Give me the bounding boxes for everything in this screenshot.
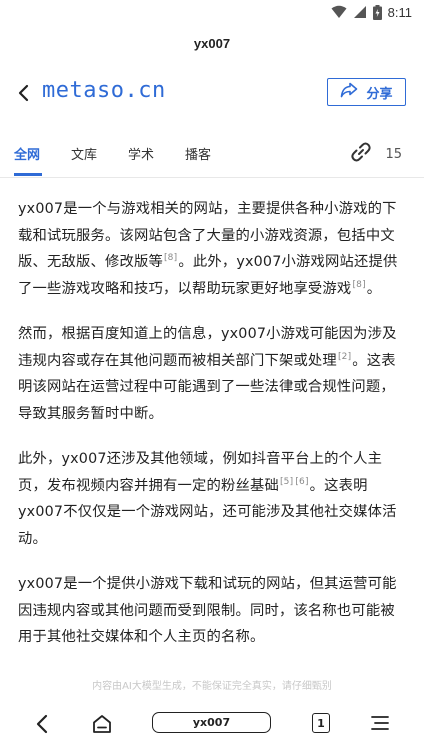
answer-paragraph: yx007是一个提供小游戏下载和试玩的网站，但其运营可能因违规内容或其他问题而受… [18, 576, 397, 645]
signal-icon [353, 5, 367, 19]
browser-bottom-bar: yx007 1 [0, 698, 424, 753]
share-label: 分享 [366, 86, 393, 102]
result-tabs: 全网 文库 学术 播客 15 [0, 124, 424, 178]
answer-paragraph: yx007是一个与游戏相关的网站，主要提供各种小游戏的下载和试玩服务。该网站包含… [18, 201, 398, 297]
battery-icon [372, 4, 382, 20]
citation-link[interactable]: [5] [280, 477, 293, 487]
citation-link[interactable]: [8] [164, 253, 177, 263]
ai-disclaimer: 内容由AI大模型生成，不能保证完全真实，请仔细甄别 [92, 681, 332, 692]
tab-library[interactable]: 文库 [71, 144, 97, 163]
citation-link[interactable]: [2] [338, 352, 351, 362]
share-button[interactable]: 分享 [327, 78, 406, 106]
page-title: yx007 [193, 36, 231, 51]
share-icon [340, 82, 358, 102]
tab-academic[interactable]: 学术 [128, 144, 154, 163]
tab-podcast[interactable]: 播客 [185, 144, 211, 163]
sources-button[interactable]: 15 [349, 140, 402, 168]
browser-back-icon[interactable] [34, 714, 52, 738]
source-count: 15 [385, 146, 402, 162]
active-tab-indicator [14, 173, 42, 176]
tab-web[interactable]: 全网 [14, 144, 40, 163]
citation-link[interactable]: [6] [295, 477, 308, 487]
back-icon[interactable] [14, 82, 36, 104]
tabs-count-button[interactable]: 1 [312, 713, 330, 733]
home-icon[interactable] [91, 713, 113, 739]
answer-paragraph: 此外，yx007还涉及其他领域，例如抖音平台上的个人主页，发布视频内容并拥有一定… [18, 451, 397, 547]
menu-icon[interactable] [370, 714, 390, 736]
wifi-icon [331, 5, 347, 19]
address-bar[interactable]: yx007 [152, 712, 271, 733]
citation-link[interactable]: [8] [352, 280, 365, 290]
nav-bar: metaso.cn 分享 [0, 76, 424, 110]
link-icon [349, 140, 373, 168]
site-name[interactable]: metaso.cn [42, 78, 166, 103]
status-time: 8:11 [387, 4, 412, 20]
status-bar: 8:11 [0, 0, 424, 24]
answer-paragraph: 然而，根据百度知道上的信息，yx007小游戏可能因为涉及违规内容或存在其他问题而… [18, 326, 397, 422]
answer-content: yx007是一个与游戏相关的网站，主要提供各种小游戏的下载和试玩服务。该网站包含… [18, 196, 404, 670]
